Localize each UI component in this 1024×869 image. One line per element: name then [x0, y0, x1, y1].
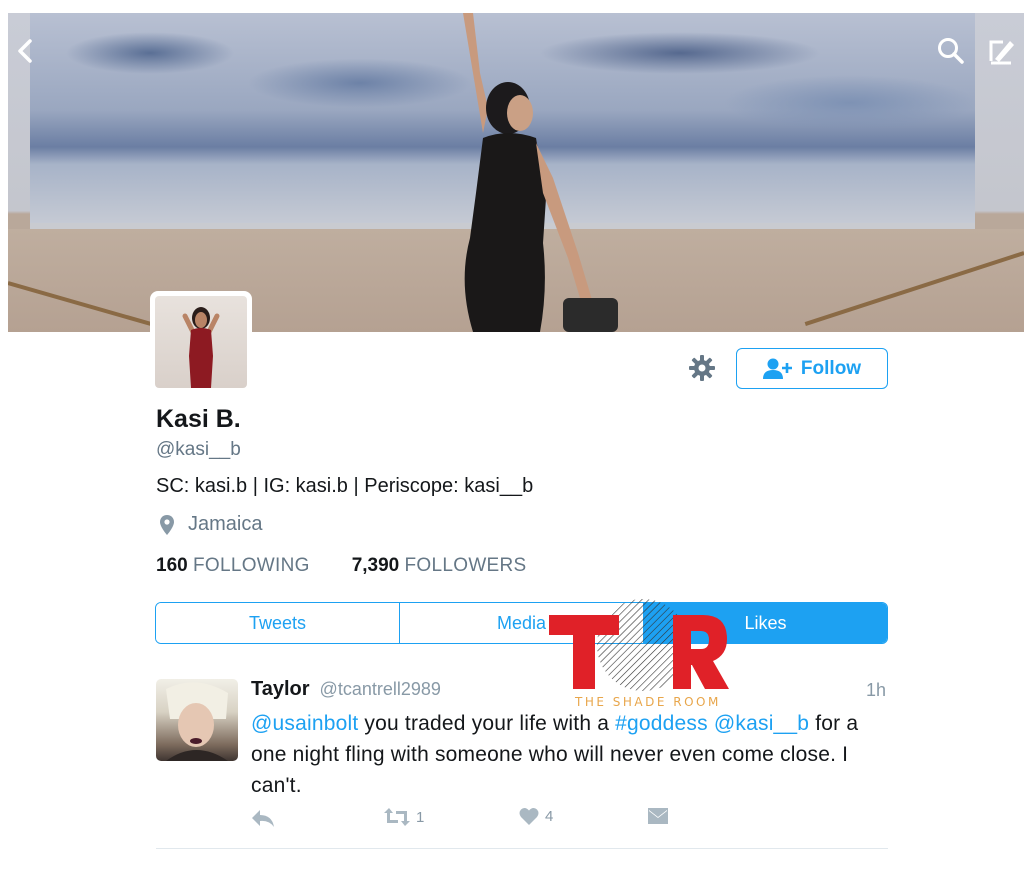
location-pin-icon: [160, 514, 174, 535]
tweet-text: @usainbolt you traded your life with a #…: [251, 708, 891, 801]
retweet-count: 1: [416, 808, 425, 826]
tweet-avatar-photo: [166, 682, 228, 761]
tweet-author-avatar[interactable]: [156, 679, 238, 761]
tweet-hashtag-link[interactable]: #goddess: [615, 712, 708, 735]
chevron-left-icon: [18, 39, 32, 63]
profile-handle: @kasi__b: [156, 439, 241, 460]
tweet-mention-link[interactable]: @kasi__b: [714, 712, 809, 735]
tab-media[interactable]: Media: [399, 603, 643, 643]
follow-button[interactable]: Follow: [736, 348, 888, 389]
gear-icon: [689, 355, 715, 381]
profile-name: Kasi B.: [156, 405, 241, 433]
following-label: FOLLOWING: [192, 555, 310, 576]
follow-button-label: Follow: [800, 357, 862, 379]
banner-person-figure: [463, 13, 618, 332]
search-icon: [938, 38, 964, 64]
followers-label: FOLLOWERS: [404, 555, 527, 576]
tweet-mention-link[interactable]: @usainbolt: [251, 712, 358, 735]
like-button[interactable]: 4: [519, 807, 553, 825]
tab-likes[interactable]: Likes: [643, 603, 887, 643]
like-count: 4: [545, 807, 554, 825]
back-button[interactable]: [8, 33, 44, 69]
profile-stats: 160 FOLLOWING 7,390 FOLLOWERS: [156, 555, 527, 577]
tab-tweets[interactable]: Tweets: [156, 603, 399, 643]
reply-button[interactable]: [251, 807, 275, 829]
compose-tweet-icon: [989, 40, 1014, 65]
envelope-icon: [648, 808, 668, 824]
tweet-text-segment: you traded your life with a: [358, 712, 616, 735]
settings-button[interactable]: [686, 352, 718, 384]
retweet-icon: [384, 808, 410, 826]
reply-icon: [252, 810, 274, 827]
add-user-icon: [762, 358, 792, 379]
avatar-photo: [182, 307, 220, 388]
watermark-text: THE SHADE ROOM: [575, 695, 721, 709]
profile-bio: SC: kasi.b | IG: kasi.b | Periscope: kas…: [156, 475, 534, 497]
followers-count: 7,390: [351, 555, 400, 576]
direct-message-button[interactable]: [647, 807, 669, 825]
heart-icon: [519, 807, 539, 825]
followers-stat[interactable]: 7,390 FOLLOWERS: [352, 555, 527, 577]
tweet-header: Taylor @tcantrell2989: [251, 678, 441, 701]
tweet-timestamp: 1h: [866, 680, 887, 700]
profile-location: Jamaica: [160, 513, 262, 536]
search-button[interactable]: [933, 33, 969, 69]
profile-header-banner: [8, 13, 1024, 332]
following-count: 160: [156, 555, 188, 576]
tweet-author-name[interactable]: Taylor: [251, 678, 310, 701]
tweet-divider: [156, 848, 888, 849]
profile-tabs: Tweets Media Likes: [155, 602, 888, 644]
tweet-actions: 1 4: [251, 807, 691, 833]
tweet-author-handle[interactable]: @tcantrell2989: [320, 679, 441, 700]
retweet-button[interactable]: 1: [384, 807, 424, 827]
following-stat[interactable]: 160 FOLLOWING: [156, 555, 310, 577]
compose-button[interactable]: [983, 33, 1019, 69]
location-text: Jamaica: [188, 513, 263, 535]
profile-avatar[interactable]: [150, 291, 252, 393]
